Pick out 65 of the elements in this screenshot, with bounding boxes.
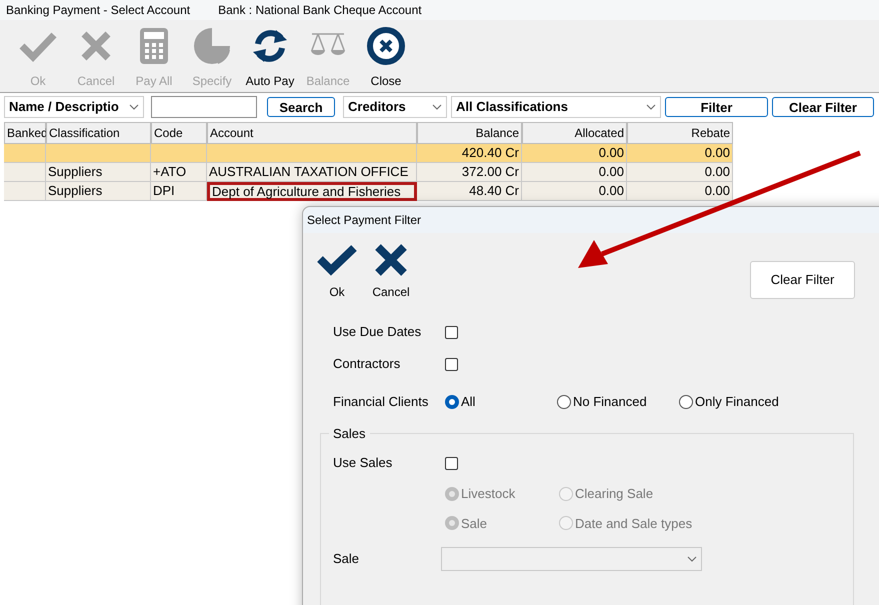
radio-label: Only Financed (695, 393, 779, 412)
caret-icon (129, 104, 139, 110)
table-cell-text: 372.00 Cr (462, 163, 519, 182)
use-due-dates-label: Use Due Dates (333, 323, 422, 342)
search-button[interactable]: Search (267, 96, 335, 116)
radio-button[interactable] (557, 395, 571, 409)
account-cell: Dept of Agriculture and Fisheries (207, 182, 417, 201)
sale-label: Sale (333, 550, 360, 568)
table-cell-text: +ATO (153, 163, 186, 182)
contractors-label: Contractors (333, 355, 402, 374)
caret-icon (687, 556, 697, 562)
table-row[interactable]: Suppliers +ATO AUSTRALIAN TAXATION OFFICE 372.00 Cr 0.00 0.00 (4, 163, 733, 182)
table-cell-text: 0.00 (598, 144, 624, 162)
classification-dropdown[interactable]: All Classifications (451, 96, 661, 118)
table-row[interactable]: Suppliers DPI Dept of Agriculture and Fisheries 48.40 Cr 0.00 0.00 (4, 182, 733, 201)
radio-label: Clearing Sale (575, 485, 654, 503)
checkbox[interactable] (445, 326, 458, 338)
radio-label: Date and Sale types (575, 514, 692, 533)
table-cell-text: Suppliers (48, 182, 102, 200)
use-sales-label: Use Sales (333, 454, 394, 472)
table-cell-text: 0.00 (704, 144, 730, 162)
window-title: Banking Payment - Select Account (6, 2, 190, 19)
table-row[interactable]: 420.40 Cr 0.00 0.00 (4, 144, 733, 163)
ok-button[interactable]: Ok (316, 243, 358, 301)
toolbar-button[interactable]: Close (360, 26, 412, 90)
radio-label: Sale (461, 514, 488, 532)
radio-label: Livestock (461, 485, 516, 503)
column-header[interactable]: Account (207, 122, 417, 144)
account-cell: AUSTRALIAN TAXATION OFFICE (207, 163, 417, 182)
clear-filter-button[interactable]: Clear Filter (750, 261, 855, 299)
table-cell-text: DPI (153, 182, 175, 200)
column-header[interactable]: Allocated (522, 122, 627, 144)
pie-chart-icon (192, 26, 232, 66)
checkbox[interactable] (445, 456, 458, 470)
caret-icon (646, 104, 656, 110)
column-header[interactable]: Code (151, 122, 207, 144)
dialog-title: Select Payment Filter (307, 212, 422, 229)
radio-label: No Financed (573, 393, 647, 412)
clear-filter-button[interactable]: Clear Filter (772, 96, 874, 116)
table-cell-text: 420.40 Cr (462, 144, 519, 162)
cross-icon (374, 243, 408, 277)
radio-button[interactable] (679, 395, 693, 409)
check-icon (317, 243, 357, 277)
search-field[interactable] (151, 96, 257, 118)
table-cell-text: 0.00 (704, 182, 730, 200)
table-cell-text: 0.00 (598, 163, 624, 182)
radio-label: All (461, 393, 476, 412)
close-icon (366, 26, 406, 66)
column-header[interactable]: Classification (46, 122, 151, 144)
table-cell-text: 48.40 Cr (469, 182, 519, 200)
radio-button[interactable] (445, 395, 459, 409)
column-header[interactable]: Balance (417, 122, 522, 144)
filter-button[interactable]: Filter (665, 96, 768, 116)
financial-clients-label: Financial Clients (333, 393, 430, 412)
search-by-dropdown[interactable]: Name / Descriptio (4, 96, 144, 118)
table-cell-text: 0.00 (598, 182, 624, 200)
toolbar-button[interactable]: Auto Pay (244, 26, 296, 90)
caret-icon (432, 104, 442, 110)
cancel-button[interactable]: Cancel (366, 243, 416, 301)
type-dropdown[interactable]: Creditors (343, 96, 447, 118)
table-cell-text: Suppliers (48, 163, 102, 182)
column-header[interactable]: Rebate (627, 122, 733, 144)
table-cell-text: 0.00 (704, 163, 730, 182)
checkbox[interactable] (445, 358, 458, 370)
bank-label: Bank : National Bank Cheque Account (218, 2, 422, 19)
